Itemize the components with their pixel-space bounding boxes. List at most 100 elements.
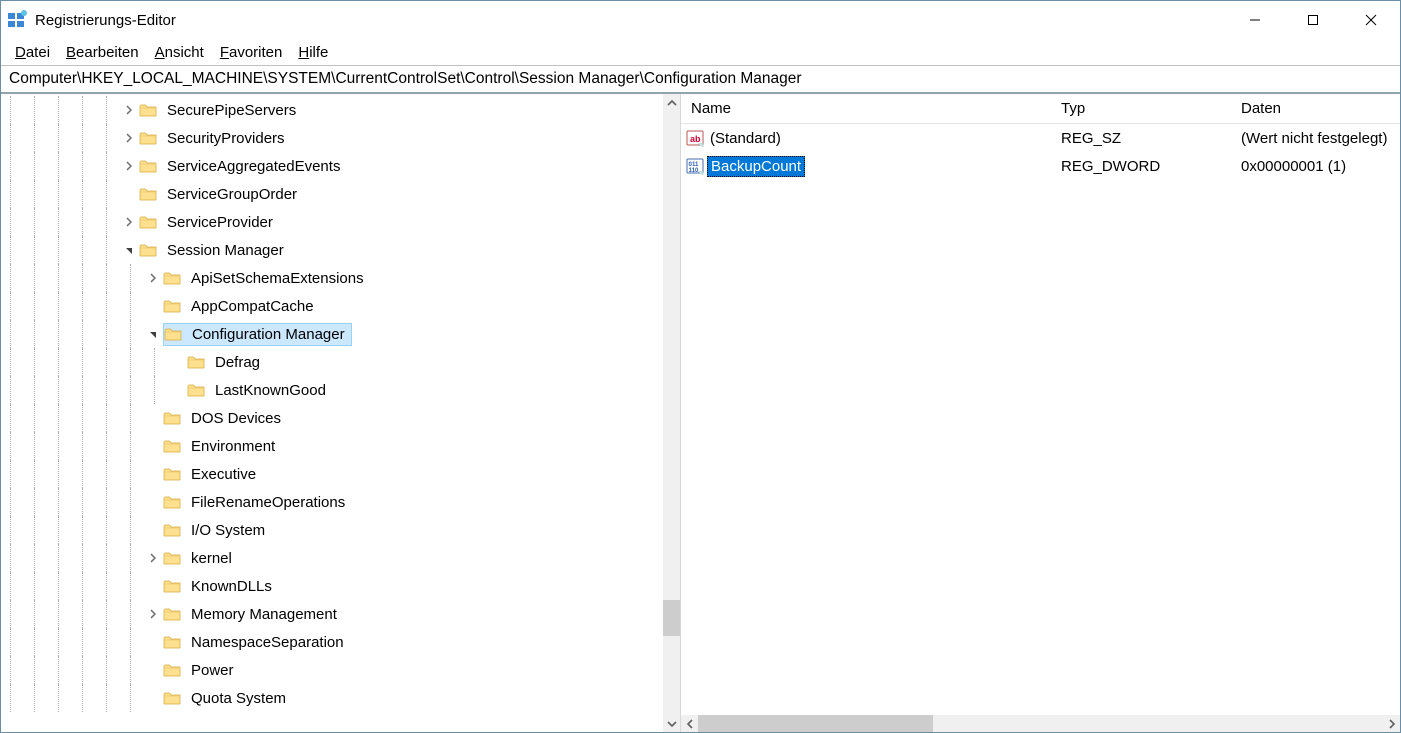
tree-item[interactable]: Environment — [1, 432, 663, 460]
tree-item[interactable]: kernel — [1, 544, 663, 572]
values-horizontal-scrollbar[interactable] — [681, 715, 1400, 732]
main-split: SecurePipeServers SecurityProviders Serv… — [1, 94, 1400, 732]
value-type: REG_DWORD — [1051, 158, 1231, 175]
address-bar[interactable]: Computer\HKEY_LOCAL_MACHINE\SYSTEM\Curre… — [1, 65, 1400, 94]
menubar: Datei Bearbeiten Ansicht Favoriten Hilfe — [1, 39, 1400, 65]
maximize-button[interactable] — [1284, 1, 1342, 39]
chevron-right-icon[interactable] — [145, 550, 161, 566]
chevron-down-icon[interactable] — [145, 326, 161, 342]
expander-placeholder — [145, 634, 161, 650]
chevron-down-icon[interactable] — [121, 242, 137, 258]
value-type: REG_SZ — [1051, 130, 1231, 147]
tree-item-label: Executive — [187, 464, 260, 485]
tree-item[interactable]: ServiceAggregatedEvents — [1, 152, 663, 180]
scroll-left-arrow-icon[interactable] — [681, 715, 698, 732]
close-button[interactable] — [1342, 1, 1400, 39]
menu-favoriten[interactable]: Favoriten — [212, 42, 291, 63]
expander-placeholder — [145, 298, 161, 314]
window-controls — [1226, 1, 1400, 39]
tree-item-label: Quota System — [187, 688, 290, 709]
tree-item-label: Memory Management — [187, 604, 341, 625]
values-header: Name Typ Daten — [681, 94, 1400, 124]
tree-item-label: NamespaceSeparation — [187, 632, 348, 653]
scroll-track[interactable] — [698, 715, 1383, 732]
tree-item[interactable]: Defrag — [1, 348, 663, 376]
expander-placeholder — [145, 522, 161, 538]
value-data: (Wert nicht festgelegt) — [1231, 130, 1400, 147]
tree-item[interactable]: SecurePipeServers — [1, 96, 663, 124]
minimize-button[interactable] — [1226, 1, 1284, 39]
tree-item[interactable]: LastKnownGood — [1, 376, 663, 404]
tree-item[interactable]: Memory Management — [1, 600, 663, 628]
chevron-right-icon[interactable] — [145, 606, 161, 622]
tree-item-label: Environment — [187, 436, 279, 457]
tree-item[interactable]: ServiceProvider — [1, 208, 663, 236]
window-title: Registrierungs-Editor — [35, 12, 1226, 29]
chevron-right-icon[interactable] — [121, 214, 137, 230]
column-data[interactable]: Daten — [1231, 96, 1400, 121]
expander-placeholder — [145, 438, 161, 454]
tree-item-label: ServiceProvider — [163, 212, 277, 233]
tree-item[interactable]: DOS Devices — [1, 404, 663, 432]
tree-item-label: KnownDLLs — [187, 576, 276, 597]
expander-placeholder — [145, 662, 161, 678]
tree-item-label: kernel — [187, 548, 236, 569]
tree-item-label: ApiSetSchemaExtensions — [187, 268, 368, 289]
value-data: 0x00000001 (1) — [1231, 158, 1400, 175]
registry-tree[interactable]: SecurePipeServers SecurityProviders Serv… — [1, 94, 663, 732]
scroll-thumb[interactable] — [698, 715, 933, 732]
chevron-right-icon[interactable] — [121, 130, 137, 146]
menu-datei[interactable]: Datei — [7, 42, 58, 63]
scroll-thumb[interactable] — [663, 600, 680, 636]
expander-placeholder — [121, 186, 137, 202]
tree-item[interactable]: ServiceGroupOrder — [1, 180, 663, 208]
svg-text:110: 110 — [689, 167, 700, 174]
tree-item[interactable]: ApiSetSchemaExtensions — [1, 264, 663, 292]
value-name: (Standard) — [707, 129, 784, 148]
regedit-icon — [7, 10, 27, 30]
tree-item-label: LastKnownGood — [211, 380, 330, 401]
expander-placeholder — [169, 382, 185, 398]
menu-hilfe[interactable]: Hilfe — [290, 42, 336, 63]
tree-item-label: Power — [187, 660, 238, 681]
tree-item-label: AppCompatCache — [187, 296, 318, 317]
tree-item[interactable]: SecurityProviders — [1, 124, 663, 152]
titlebar: Registrierungs-Editor — [1, 1, 1400, 39]
value-name: BackupCount — [707, 156, 805, 177]
column-type[interactable]: Typ — [1051, 96, 1231, 121]
tree-item[interactable]: Quota System — [1, 684, 663, 712]
tree-vertical-scrollbar[interactable] — [663, 94, 680, 732]
tree-item-label: Configuration Manager — [188, 324, 349, 345]
chevron-right-icon[interactable] — [121, 158, 137, 174]
tree-item[interactable]: I/O System — [1, 516, 663, 544]
tree-item[interactable]: AppCompatCache — [1, 292, 663, 320]
scroll-right-arrow-icon[interactable] — [1383, 715, 1400, 732]
tree-item-label: FileRenameOperations — [187, 492, 349, 513]
tree-item[interactable]: Executive — [1, 460, 663, 488]
scroll-track[interactable] — [663, 111, 680, 715]
tree-item-label: SecurityProviders — [163, 128, 289, 149]
tree-item[interactable]: KnownDLLs — [1, 572, 663, 600]
values-list[interactable]: ab (Standard)REG_SZ(Wert nicht festgeleg… — [681, 124, 1400, 715]
scroll-up-arrow-icon[interactable] — [663, 94, 680, 111]
tree-item-label: DOS Devices — [187, 408, 285, 429]
scroll-down-arrow-icon[interactable] — [663, 715, 680, 732]
tree-item-label: ServiceGroupOrder — [163, 184, 301, 205]
column-name[interactable]: Name — [681, 96, 1051, 121]
tree-item[interactable]: FileRenameOperations — [1, 488, 663, 516]
tree-item[interactable]: NamespaceSeparation — [1, 628, 663, 656]
tree-item[interactable]: Session Manager — [1, 236, 663, 264]
expander-placeholder — [169, 354, 185, 370]
tree-item[interactable]: Configuration Manager — [1, 320, 663, 348]
expander-placeholder — [145, 494, 161, 510]
menu-bearbeiten[interactable]: Bearbeiten — [58, 42, 147, 63]
value-row[interactable]: ab (Standard)REG_SZ(Wert nicht festgeleg… — [681, 124, 1400, 152]
expander-placeholder — [145, 410, 161, 426]
value-row[interactable]: 011 110 BackupCountREG_DWORD0x00000001 (… — [681, 152, 1400, 180]
tree-item[interactable]: Power — [1, 656, 663, 684]
chevron-right-icon[interactable] — [145, 270, 161, 286]
registry-editor-window: Registrierungs-Editor Datei Bearbeiten A… — [0, 0, 1401, 733]
tree-pane: SecurePipeServers SecurityProviders Serv… — [1, 94, 681, 732]
menu-ansicht[interactable]: Ansicht — [147, 42, 212, 63]
chevron-right-icon[interactable] — [121, 102, 137, 118]
